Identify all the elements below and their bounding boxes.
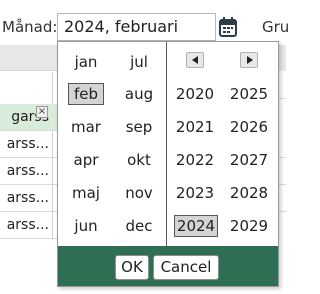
year-2022[interactable]: 2022 <box>175 149 215 171</box>
month-grid: jan jul feb aug mar sep apr okt maj nov … <box>58 42 166 246</box>
year-2020[interactable]: 2020 <box>175 83 215 105</box>
table-row[interactable]: arss... <box>0 131 57 158</box>
month-feb[interactable]: feb <box>68 83 104 105</box>
prev-years-icon[interactable] <box>186 52 204 68</box>
year-2028[interactable]: 2028 <box>229 182 269 204</box>
table-row[interactable]: arss... <box>0 212 57 239</box>
table-row[interactable]: arss... <box>0 158 57 185</box>
month-okt[interactable]: okt <box>122 149 156 171</box>
month-dec[interactable]: dec <box>122 215 156 237</box>
month-label: Månad: <box>2 18 58 36</box>
row-label: arss... <box>6 136 49 152</box>
table-row[interactable]: garss <box>0 104 57 131</box>
table-header-right <box>279 45 286 71</box>
ok-button[interactable]: OK <box>115 255 149 280</box>
picker-footer: OK Cancel <box>58 246 278 286</box>
month-input[interactable]: 2024, februari <box>57 13 216 41</box>
row-label: arss... <box>6 190 49 206</box>
month-mar[interactable]: mar <box>69 116 103 138</box>
year-2029[interactable]: 2029 <box>229 215 269 237</box>
table-header <box>0 45 57 71</box>
table-row-right <box>279 158 286 185</box>
remove-icon[interactable]: × <box>36 106 48 118</box>
table-row-right <box>279 131 286 158</box>
year-2026[interactable]: 2026 <box>229 116 269 138</box>
cancel-button[interactable]: Cancel <box>153 255 219 280</box>
group-label: Gru <box>262 18 290 36</box>
year-2023[interactable]: 2023 <box>175 182 215 204</box>
month-jul[interactable]: jul <box>122 51 156 73</box>
row-label: arss... <box>6 217 49 233</box>
year-2021[interactable]: 2021 <box>175 116 215 138</box>
row-label: arss... <box>6 163 49 179</box>
table-row-right <box>279 185 286 212</box>
table-row-right <box>279 72 286 99</box>
next-years-icon[interactable] <box>240 52 258 68</box>
calendar-icon[interactable] <box>219 17 237 37</box>
year-2024[interactable]: 2024 <box>174 215 218 237</box>
month-year-picker: jan jul feb aug mar sep apr okt maj nov … <box>57 41 279 287</box>
month-maj[interactable]: maj <box>69 182 103 204</box>
table-row[interactable]: arss... <box>0 185 57 212</box>
month-nov[interactable]: nov <box>122 182 156 204</box>
month-apr[interactable]: apr <box>69 149 103 171</box>
year-2027[interactable]: 2027 <box>229 149 269 171</box>
month-aug[interactable]: aug <box>122 83 156 105</box>
year-2025[interactable]: 2025 <box>229 83 269 105</box>
year-grid: 2020 2025 2021 2026 2022 2027 2023 2028 … <box>167 42 278 246</box>
month-jun[interactable]: jun <box>69 215 103 237</box>
month-sep[interactable]: sep <box>122 116 156 138</box>
month-jan[interactable]: jan <box>69 51 103 73</box>
